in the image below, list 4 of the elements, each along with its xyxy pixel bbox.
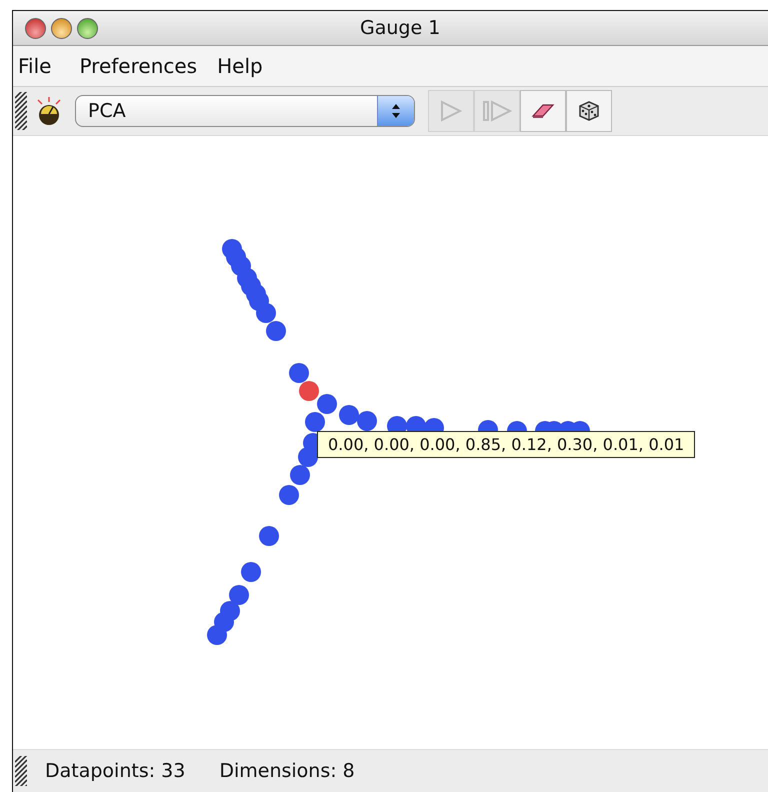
tooltip: 0.00, 0.00, 0.00, 0.85, 0.12, 0.30, 0.01, 0.01 — [317, 431, 696, 458]
status-text: Dimensions: 8 — [219, 760, 355, 782]
window-title: Gauge 1 — [360, 17, 440, 39]
status-text: Datapoints: 33 — [45, 760, 186, 782]
